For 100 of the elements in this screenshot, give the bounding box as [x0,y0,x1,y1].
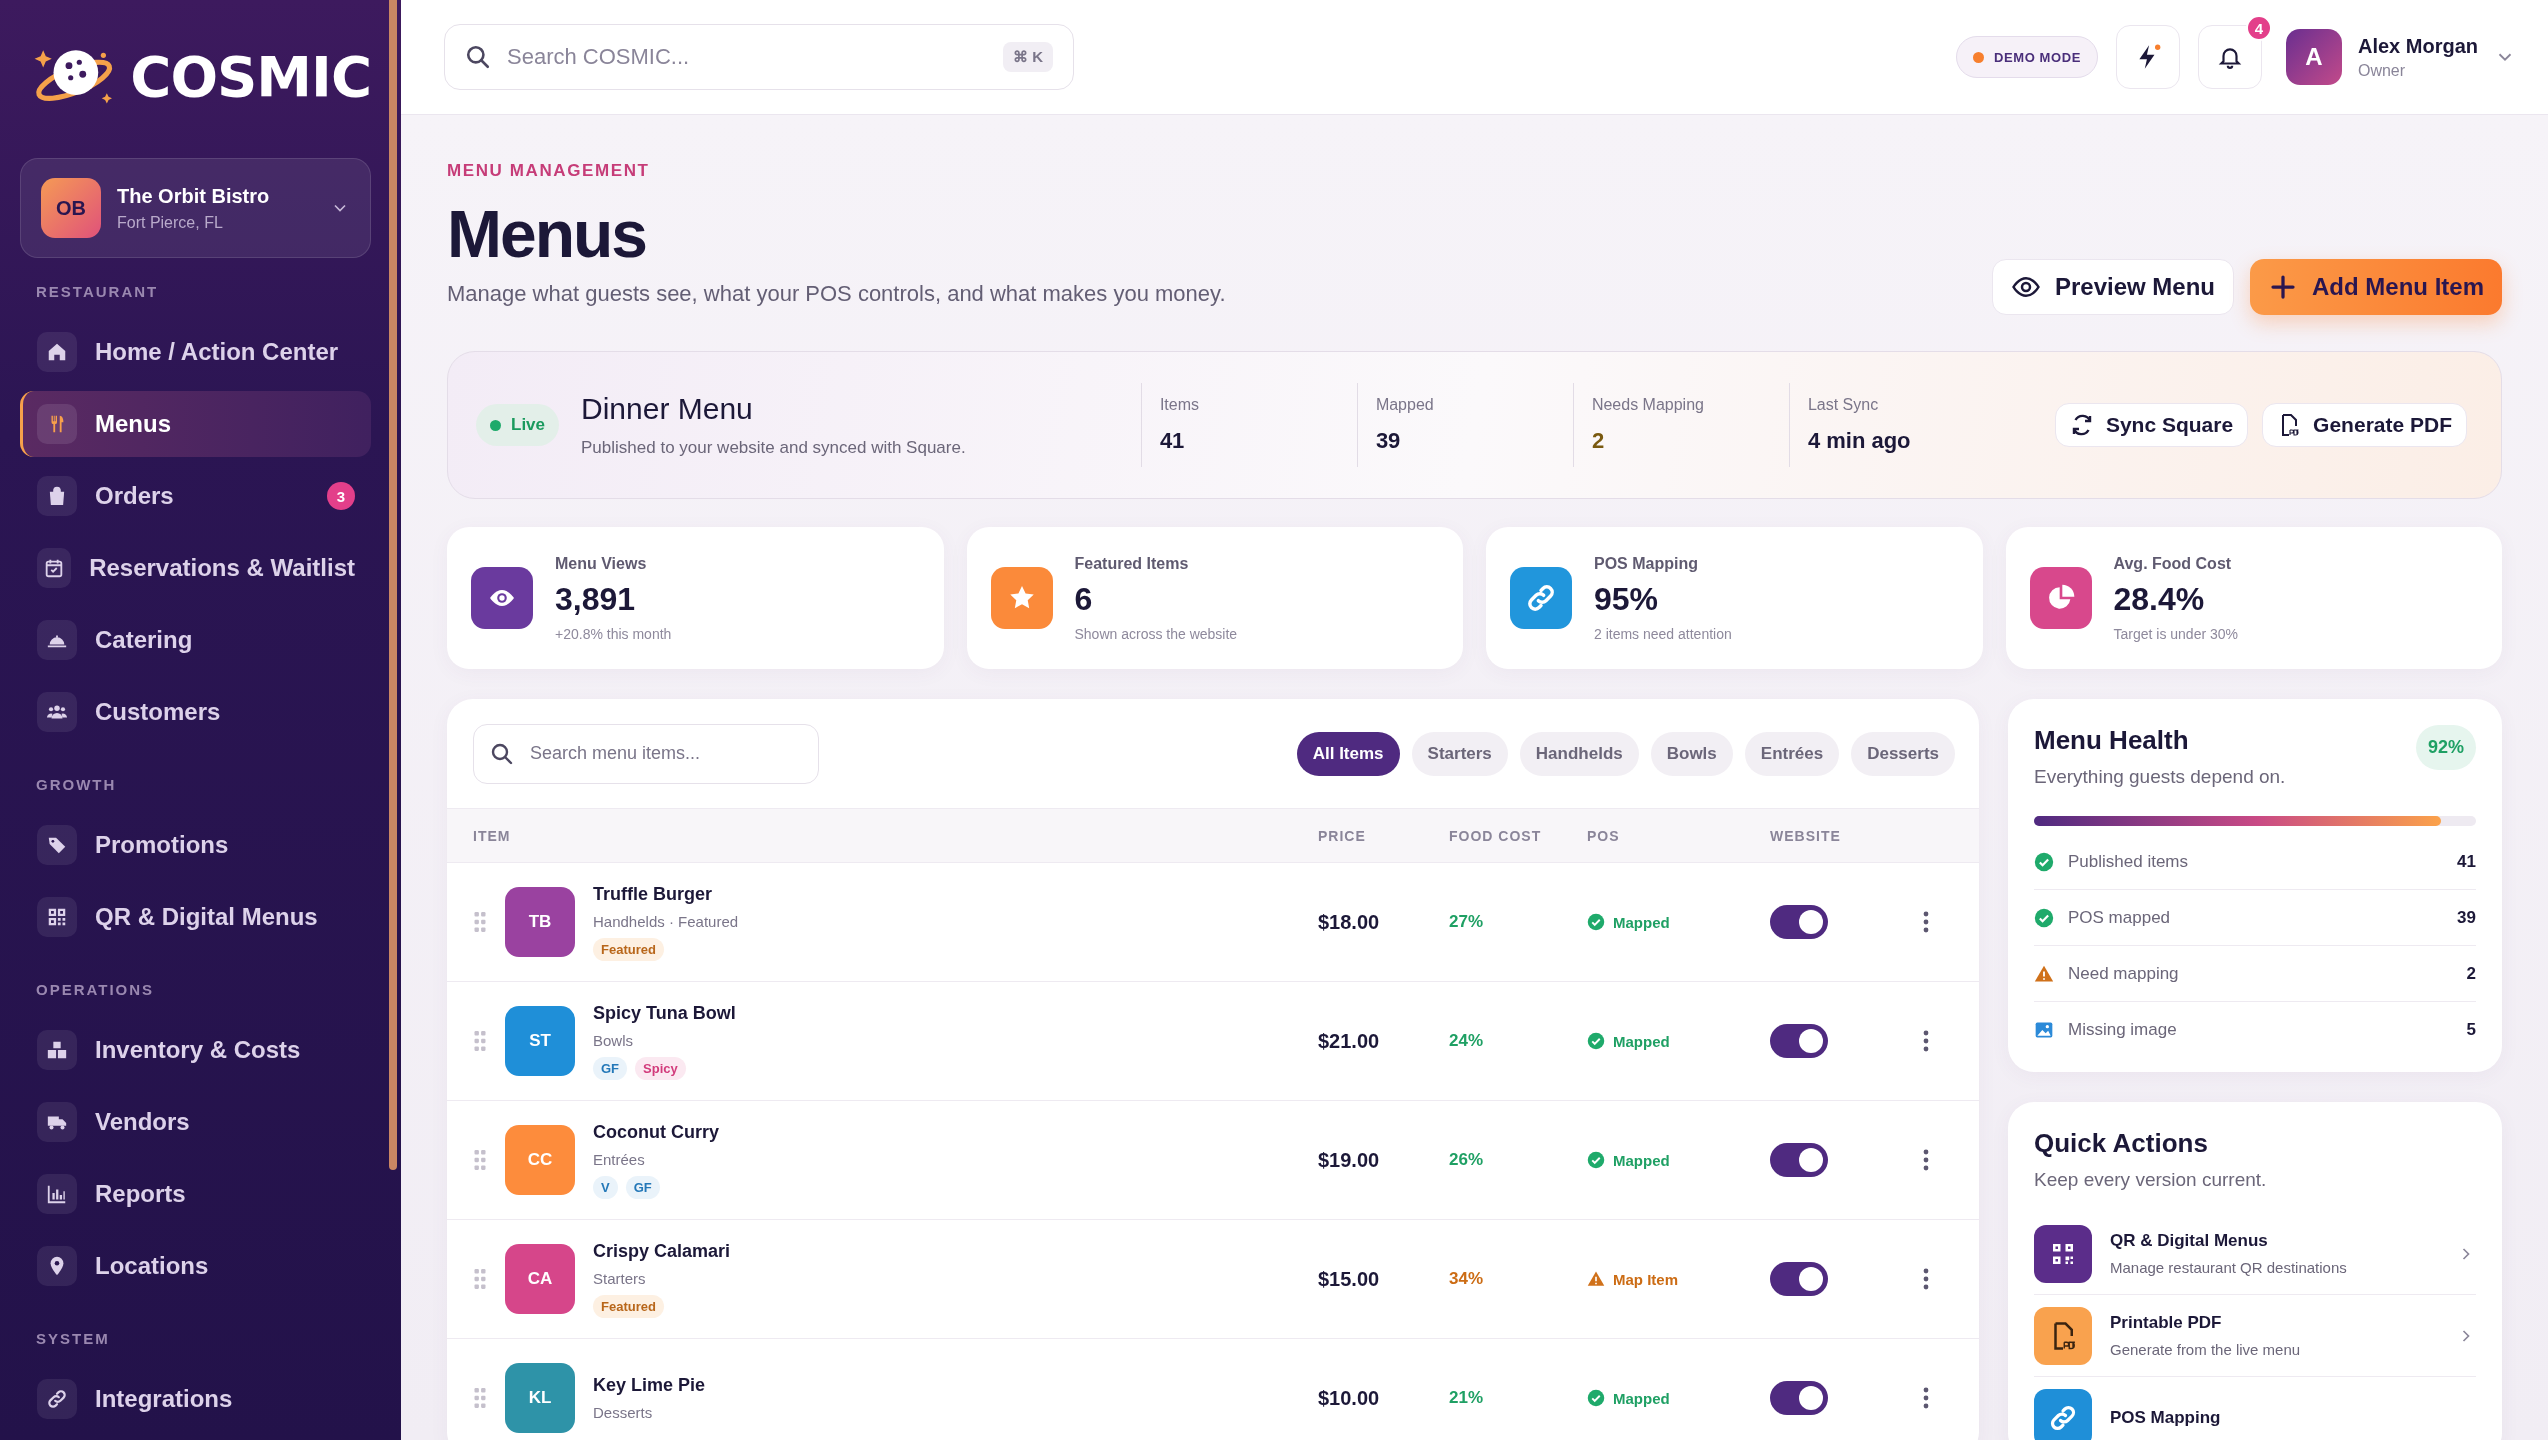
notification-badge: 4 [2245,15,2272,41]
more-options-icon[interactable] [1923,1387,1929,1409]
nav-item[interactable]: Home / Action Center [20,319,371,385]
link-icon [46,1388,68,1410]
scrollbar[interactable] [389,0,397,1170]
score-badge: 92% [2415,725,2476,770]
price-cell-text: $10.00 [1318,1386,1381,1410]
website-toggle[interactable] [1770,1262,1828,1296]
filter-chip[interactable]: All Items [1296,731,1400,776]
nav-item[interactable]: QR & Digital Menus [20,884,371,950]
item-avatar: ST [505,1006,575,1076]
search-icon [490,741,514,766]
restaurant-switcher[interactable]: OB The Orbit Bistro Fort Pierce, FL [20,158,371,258]
user-name: Alex Morgan [2357,34,2478,58]
action-title: Printable PDF [2110,1313,2223,1333]
stat-label: Needs Mapping [1591,396,1705,414]
nav-item[interactable]: Inventory & Costs [20,1017,371,1083]
item-name: Key Lime Pie [593,1375,706,1396]
more-options-icon[interactable] [1923,911,1929,933]
website-toggle[interactable] [1770,1024,1828,1058]
link-icon [1525,582,1557,614]
metric-note: Target is under 30% [2113,625,2239,642]
section-label: GROWTH [35,775,118,795]
pos-status: Mapped [1587,1389,1670,1407]
search-input[interactable]: Search menu items... [528,742,802,765]
warning-icon [1587,1270,1605,1288]
search-field[interactable]: Search COSMIC... ⌘ K [444,24,1074,90]
filter-chip[interactable]: Desserts [1851,731,1955,776]
item-name: Coconut Curry [593,1121,719,1143]
more-options-icon[interactable] [1923,1030,1929,1052]
nav-item[interactable]: Catering [20,607,371,673]
item-avatar: KL [505,1363,575,1433]
metric-value: 28.4% [2113,580,2206,618]
column-header: POS [1587,827,1621,844]
drag-handle-icon[interactable] [473,911,487,933]
preview-button[interactable]: Preview Menu [1991,259,2234,315]
generate-pdf-button[interactable]: Generate PDF [2262,403,2467,447]
food-cost-cell-text: 34% [1449,1269,1485,1289]
search-field[interactable]: Search menu items... [473,723,819,784]
user-avatar: A [2285,29,2342,85]
drag-handle-icon[interactable] [473,1149,487,1171]
nav-item[interactable]: Orders 3 [20,463,371,529]
item-category: Handhelds · Featured [593,912,739,930]
quick-action-item[interactable]: Printable PDF Generate from the live menu [2034,1295,2476,1377]
stat-label: Last Sync [1807,396,1880,414]
nav-item[interactable]: Reports [20,1161,371,1227]
metric-note: Shown across the website [1074,625,1238,642]
filter-chip[interactable]: Entrées [1744,731,1840,776]
metric-note: 2 items need attention [1594,625,1732,642]
nav-item[interactable]: Vendors [20,1089,371,1155]
user-role: Owner [2357,61,2407,80]
website-toggle[interactable] [1770,1143,1828,1177]
check-circle-icon [1587,1389,1605,1407]
more-options-icon[interactable] [1923,1268,1929,1290]
item-tag: GF [625,1175,660,1199]
action-title: POS Mapping [2110,1407,2222,1428]
item-tag: Featured [593,937,664,961]
nav-item[interactable]: Customers [20,679,371,745]
add-item-button[interactable]: Add Menu Item [2250,259,2502,315]
stat-label: Mapped [1375,396,1435,414]
filter-chip[interactable]: Bowls [1650,731,1733,776]
food-cost-cell-text: 26% [1449,1150,1485,1170]
nav-item[interactable]: Locations [20,1233,371,1299]
nav-item[interactable]: Menus [20,391,371,457]
drag-handle-icon[interactable] [473,1268,487,1290]
section-label: RESTAURANT [35,282,160,302]
sync-button[interactable]: Sync Square [2054,403,2249,447]
drag-handle-icon[interactable] [473,1387,487,1409]
item-category: Desserts [593,1404,654,1421]
card-title: Menu Health [2034,725,2190,756]
nav-item[interactable]: Reservations & Waitlist [20,535,371,601]
search-input[interactable]: Search COSMIC... [505,43,989,71]
filter-chip[interactable]: Handhelds [1519,731,1639,776]
notifications-button[interactable] [2197,25,2262,89]
website-toggle[interactable] [1770,905,1828,939]
metric-note: +20.8% this month [555,625,672,642]
restaurant-name: The Orbit Bistro [117,184,271,208]
count-badge: 3 [327,482,355,510]
nav-item[interactable]: Integrations [20,1366,371,1432]
food-cost-cell-text: 21% [1449,1388,1485,1408]
pos-status: Mapped [1587,1032,1670,1050]
item-avatar: CC [505,1125,575,1195]
metric-label: Featured Items [1074,554,1190,573]
action-subtitle: Manage restaurant QR destinations [2110,1259,2348,1276]
nav-item[interactable]: Promotions [20,812,371,878]
quick-action-item[interactable]: QR & Digital Menus Manage restaurant QR destinations [2034,1213,2476,1295]
website-toggle[interactable] [1770,1381,1828,1415]
shortcut-hint: ⌘ K [1003,42,1053,72]
item-avatar: TB [505,887,575,957]
drag-handle-icon[interactable] [473,1030,487,1052]
item-name: Truffle Burger [593,883,713,905]
lightning-button[interactable] [2115,25,2180,89]
card-title: Quick Actions [2034,1128,2209,1159]
card-subtitle: Everything guests depend on. [2034,766,2286,788]
filter-chip[interactable]: Starters [1411,731,1508,776]
status-badge: Live [476,404,560,446]
pos-status[interactable]: Map Item [1587,1270,1678,1288]
more-options-icon[interactable] [1923,1149,1929,1171]
quick-action-item[interactable]: POS Mapping [2034,1377,2476,1440]
item-tag: Featured [593,1294,664,1318]
